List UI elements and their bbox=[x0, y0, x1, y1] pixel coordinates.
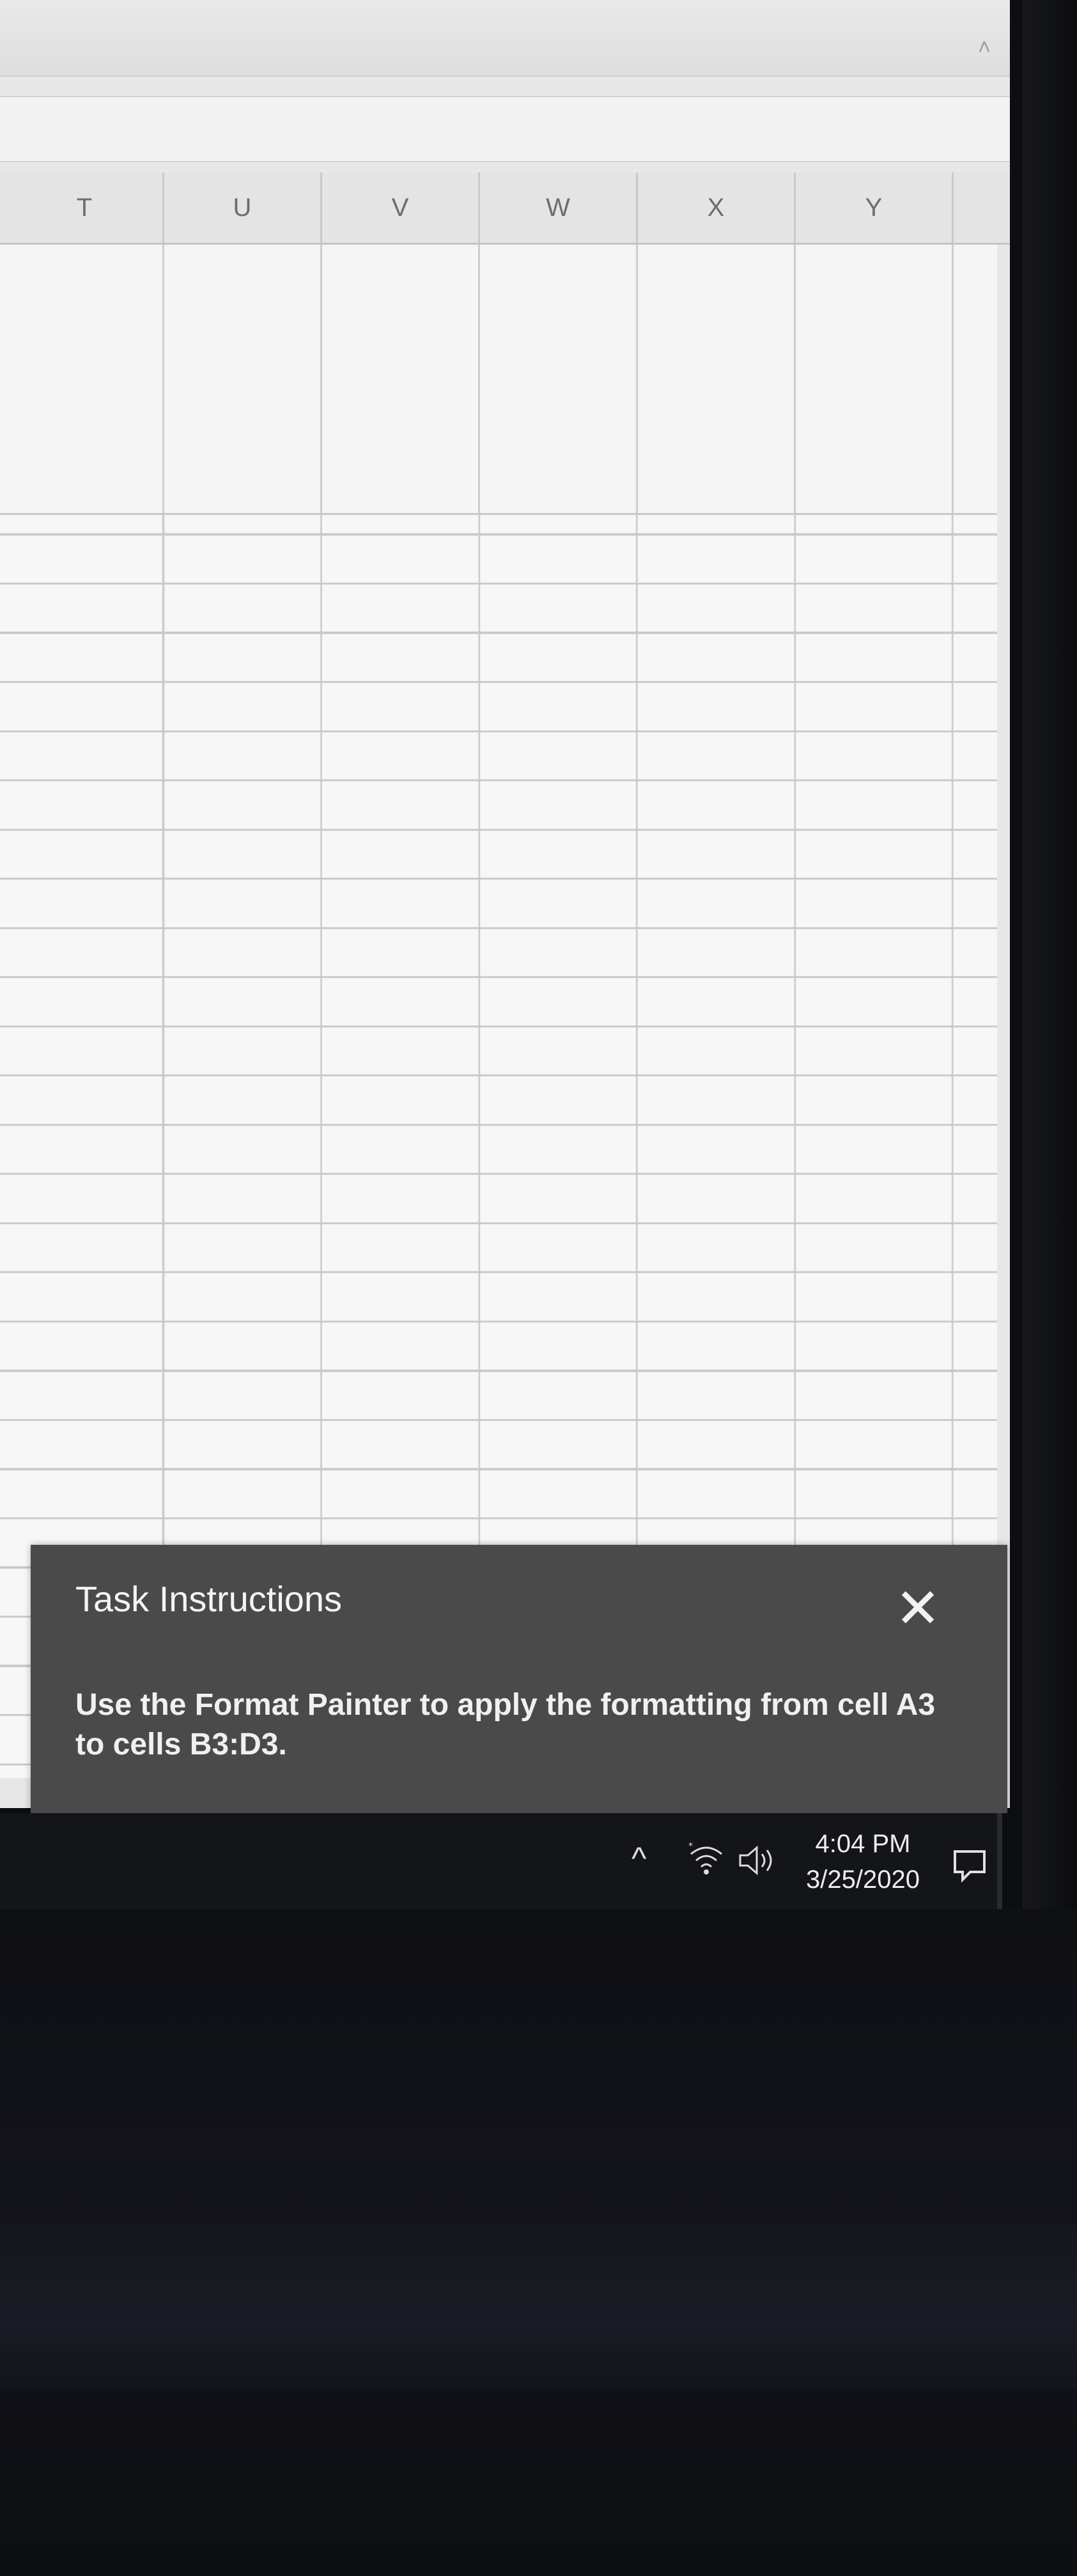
excel-window: ˄ ▾ T U V W X Y ▴ bbox=[0, 0, 1010, 1808]
windows-taskbar: ^ * 4:04 PM 3/25/2020 bbox=[0, 1813, 1002, 1909]
show-hidden-icons-chevron-up-icon[interactable]: ^ bbox=[631, 1840, 646, 1877]
column-header-u[interactable]: U bbox=[164, 172, 322, 243]
column-header-t[interactable]: T bbox=[6, 172, 164, 243]
column-header-v[interactable]: V bbox=[322, 172, 480, 243]
clock-date: 3/25/2020 bbox=[806, 1866, 920, 1894]
clock-time: 4:04 PM bbox=[815, 1830, 911, 1858]
monitor-bezel bbox=[1023, 0, 1077, 1909]
volume-icon[interactable] bbox=[735, 1841, 780, 1880]
task-instructions-title: Task Instructions bbox=[75, 1579, 343, 1619]
ribbon-collapse-icon[interactable]: ˄ bbox=[978, 35, 991, 60]
formula-bar[interactable]: ▾ bbox=[0, 96, 1010, 162]
ribbon-area: ˄ bbox=[0, 0, 1010, 77]
reflection-band bbox=[0, 2223, 1077, 2389]
cell-grid-tall-rows[interactable] bbox=[0, 245, 997, 515]
task-instructions-body: Use the Format Painter to apply the form… bbox=[75, 1688, 936, 1761]
task-instructions-panel: Task Instructions ✕ Use the Format Paint… bbox=[31, 1545, 1007, 1813]
column-header-y[interactable]: Y bbox=[796, 172, 954, 243]
close-icon[interactable]: ✕ bbox=[892, 1581, 943, 1636]
wifi-icon[interactable]: * bbox=[687, 1840, 725, 1878]
svg-text:*: * bbox=[688, 1841, 693, 1851]
column-header-row: T U V W X Y bbox=[0, 172, 1010, 245]
column-header-x[interactable]: X bbox=[638, 172, 796, 243]
column-header-w[interactable]: W bbox=[480, 172, 638, 243]
system-clock[interactable]: 4:04 PM 3/25/2020 bbox=[793, 1826, 933, 1897]
notifications-icon[interactable] bbox=[951, 1846, 988, 1883]
